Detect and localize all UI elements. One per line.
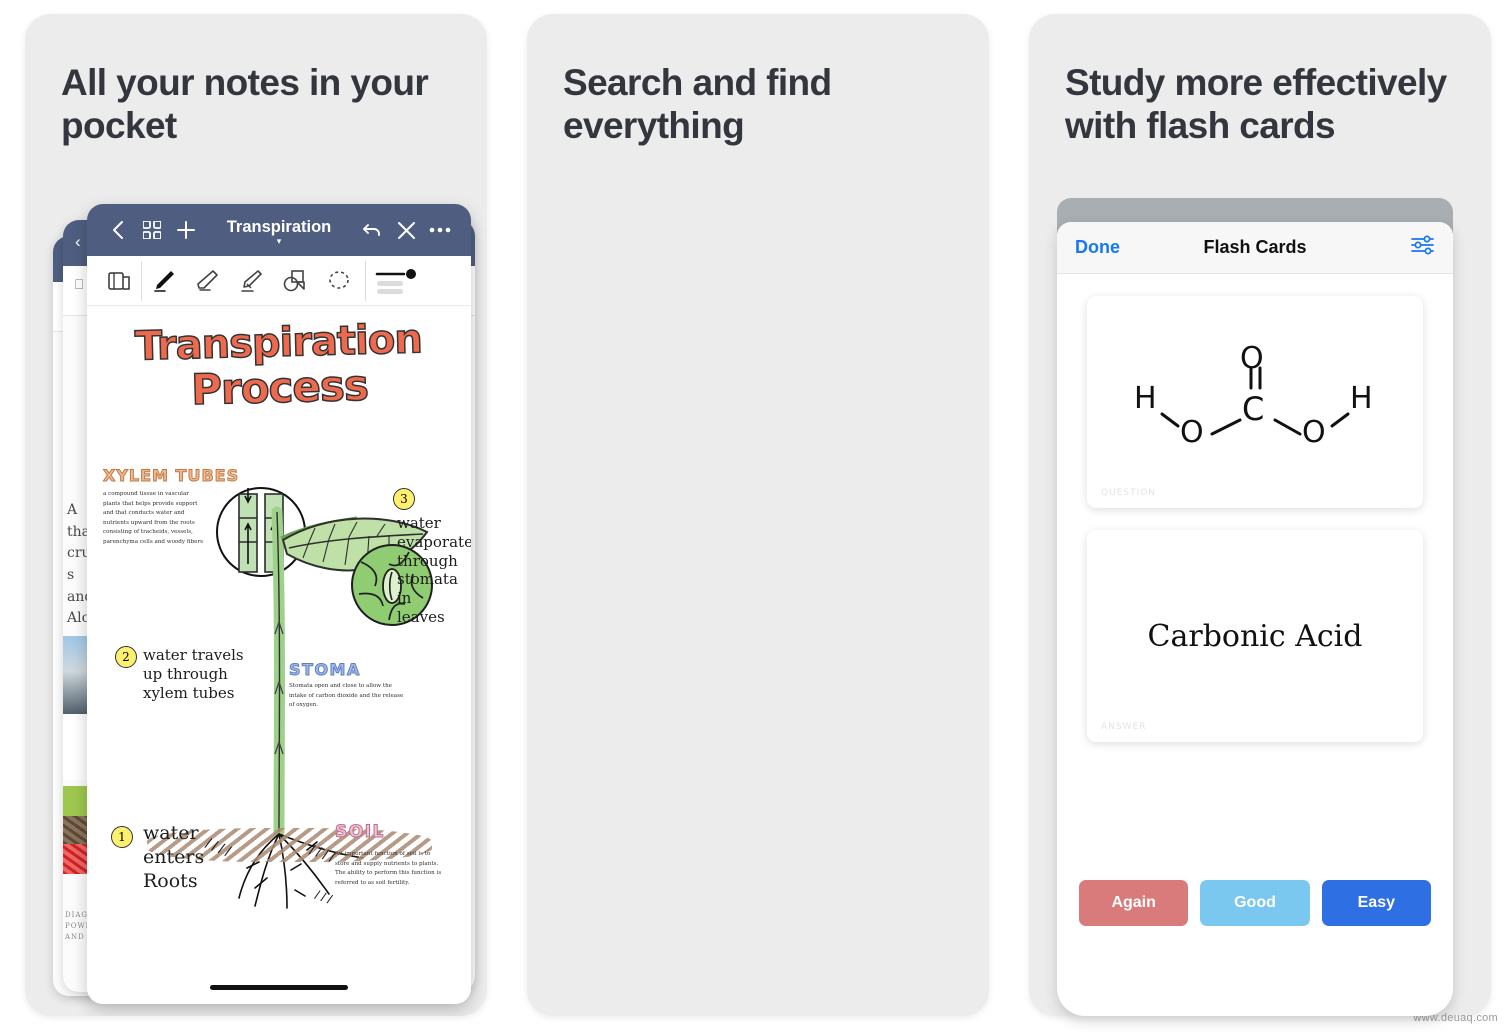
step-1-text: water enters Roots [143,822,205,892]
headline-flashcards: Study more effectively with flash cards [1065,62,1447,146]
flashcard-question[interactable]: H O C O O H QUESTION [1087,296,1423,508]
pen-icon[interactable] [141,260,185,301]
handwritten-note-canvas[interactable]: Transpiration Process XYLEM TUBES a comp… [87,306,471,1004]
pen-settings-icon[interactable] [365,260,421,301]
soil-label: SOIL [335,822,385,843]
note-editor-navbar: Transpiration ▾ [87,204,471,256]
xylem-tubes-header: XYLEM TUBES [102,466,240,486]
flashcard-rating-buttons: Again Good Easy [1079,880,1431,926]
flashcard-tag-answer: ANSWER [1101,722,1147,732]
flashcards-window: Done Flash Cards H O C O O H QUESTION Ca… [1057,222,1453,1016]
xylem-tubes-paragraph: a compound tissue in vascular plants tha… [103,491,203,545]
lasso-select-icon[interactable] [317,261,361,301]
promo-card-notes: All your notes in your pocket ‹ ⋯ ⎕ A th… [25,14,487,1016]
step-3-number: 3 [393,488,415,510]
step-2-number: 2 [115,646,137,668]
stoma-paragraph: Stomata open and close to allow the inta… [289,683,404,708]
again-button[interactable]: Again [1079,880,1189,926]
navbar-right-group [355,213,457,247]
step-2-text: water travels up through xylem tubes [143,646,244,702]
note-heading-line1: Transpiration [134,316,423,371]
undo-icon[interactable] [355,213,389,247]
svg-text:C: C [1242,390,1264,428]
easy-button[interactable]: Easy [1321,880,1431,926]
svg-text:H: H [1134,381,1157,416]
home-indicator [210,985,348,990]
eraser-icon[interactable] [185,261,229,301]
note-heading: Transpiration Process [100,316,458,416]
headline-notes: All your notes in your pocket [61,62,429,146]
grid-thumbnails-icon[interactable] [135,213,169,247]
molecule-drawing: H O C O O H [1134,342,1373,450]
flashcard-answer-text: Carbonic Acid [1147,618,1363,654]
svg-text:O: O [1180,415,1204,450]
highlighter-icon[interactable] [229,261,273,301]
stoma-label: STOMA [289,660,361,680]
step-3-text: water evaporates through stomata in leav… [397,514,471,626]
note-heading-line2: Process [190,360,369,415]
close-icon[interactable] [389,213,423,247]
step-1-number: 1 [111,826,133,848]
page-insert-icon[interactable] [97,261,141,301]
screenshot-stage: All your notes in your pocket ‹ ⋯ ⎕ A th… [0,0,1508,1032]
note-editor-toolbar [87,256,471,306]
svg-text:O: O [1240,342,1264,376]
more-options-icon[interactable] [423,213,457,247]
promo-card-search: Search and find everything user ✕ Cancel… [527,14,989,1016]
sliders-settings-icon[interactable] [1411,235,1435,260]
done-button[interactable]: Done [1075,237,1120,258]
svg-text:H: H [1350,381,1373,416]
note-editor-window: Transpiration ▾ Transpiration Process XY… [87,204,471,1004]
soil-paragraph: An important function of soil is to stor… [335,851,442,886]
flashcards-navbar: Done Flash Cards [1057,222,1453,274]
flashcard-tag-question: QUESTION [1101,488,1157,498]
headline-search: Search and find everything [563,62,832,146]
shapes-icon[interactable] [273,261,317,301]
chevron-left-icon[interactable] [101,213,135,247]
flashcard-answer[interactable]: Carbonic Acid ANSWER [1087,530,1423,742]
plus-icon[interactable] [169,213,203,247]
note-title-label: Transpiration [226,217,332,236]
svg-text:O: O [1302,415,1326,450]
good-button[interactable]: Good [1200,880,1310,926]
